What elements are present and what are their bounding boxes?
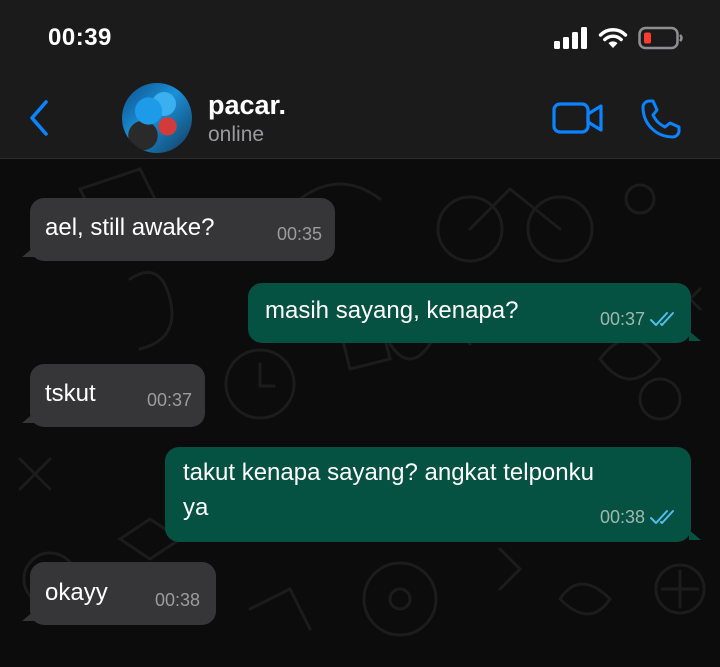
message-text: okayy [45, 579, 108, 606]
message-text-line2: ya [183, 494, 209, 521]
bubble-tail [22, 611, 34, 621]
message-time: 00:38 [154, 590, 200, 610]
signal-icon [554, 27, 587, 49]
wifi-icon [598, 28, 628, 48]
message-time: 00:38 [599, 507, 645, 527]
bubble-tail [22, 413, 34, 423]
message-bubble-outgoing[interactable]: masih sayang, kenapa? 00:37 [248, 283, 691, 343]
back-button[interactable] [22, 96, 58, 140]
bubble-tail [22, 247, 34, 257]
double-check-read-icon [650, 510, 674, 524]
contact-name[interactable]: pacar. [208, 90, 286, 121]
message-bubble-incoming[interactable]: ael, still awake? 00:35 [30, 198, 335, 261]
status-bar: 00:39 [0, 0, 720, 78]
message-meta: 00:37 [600, 302, 681, 336]
chevron-left-icon [30, 100, 48, 136]
message-time: 00:35 [276, 224, 322, 244]
phone-icon [641, 99, 681, 139]
voice-call-button[interactable] [640, 98, 682, 140]
message-text: tskut [45, 380, 96, 407]
message-meta: 00:38 [600, 500, 681, 534]
bubble-tail [689, 530, 701, 540]
contact-status: online [208, 123, 265, 146]
battery-low-icon [638, 26, 683, 50]
message-text-line1: takut kenapa sayang? angkat telponku [183, 459, 594, 486]
message-time: 00:37 [146, 390, 192, 410]
message-time: 00:37 [599, 309, 645, 329]
chat-area[interactable]: ael, still awake? 00:35 masih sayang, ke… [0, 159, 720, 667]
message-text: ael, still awake? [45, 214, 215, 241]
video-camera-icon [552, 102, 603, 134]
message-bubble-outgoing[interactable]: takut kenapa sayang? angkat telponku ya … [165, 447, 691, 542]
bubble-tail [689, 331, 701, 341]
status-icons [554, 26, 684, 50]
message-bubble-incoming[interactable]: tskut 00:37 [30, 364, 205, 427]
double-check-read-icon [650, 312, 674, 326]
avatar[interactable] [122, 83, 192, 153]
message-bubble-incoming[interactable]: okayy 00:38 [30, 562, 216, 625]
status-time: 00:39 [48, 24, 112, 51]
chat-header: pacar. online [0, 78, 720, 159]
message-text: masih sayang, kenapa? [265, 297, 519, 324]
video-call-button[interactable] [552, 101, 604, 135]
